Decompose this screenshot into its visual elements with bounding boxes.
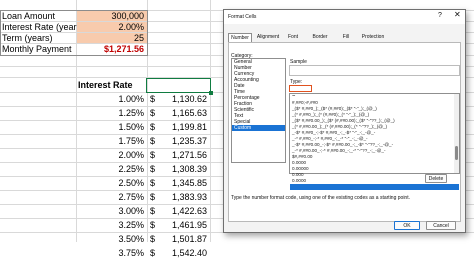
payment-cell[interactable]: 1,165.63 xyxy=(160,107,210,120)
payment-cell[interactable]: 1,199.81 xyxy=(160,121,210,134)
payment-cell[interactable]: 1,271.56 xyxy=(160,149,210,162)
format-list-scrollbar[interactable] xyxy=(454,94,459,173)
number-tab-pane: Category: General Number Currency Accountin… xyxy=(228,42,461,222)
tab-protection[interactable]: Protection xyxy=(358,33,388,42)
payment-cell[interactable]: 1,422.63 xyxy=(160,205,210,218)
payment-cell[interactable]: 1,461.95 xyxy=(160,219,210,232)
tab-font[interactable]: Font xyxy=(286,33,300,42)
rate-cell[interactable]: 3.75% xyxy=(77,247,147,260)
rate-cell[interactable]: 1.00% xyxy=(77,93,147,106)
rate-cell[interactable]: 2.00% xyxy=(77,149,147,162)
format-hint-text: Type the number format code, using one o… xyxy=(231,195,410,201)
cancel-button[interactable]: Cancel xyxy=(426,221,456,230)
interest-rate-header[interactable]: Interest Rate xyxy=(78,80,148,91)
payment-cell[interactable]: 1,501.87 xyxy=(160,233,210,246)
payment-cell[interactable]: 1,383.93 xyxy=(160,191,210,204)
tab-border[interactable]: Border xyxy=(310,33,330,42)
tab-fill[interactable]: Fill xyxy=(340,33,352,42)
rate-cell[interactable]: 2.25% xyxy=(77,163,147,176)
payment-cell[interactable]: 1,308.39 xyxy=(160,163,210,176)
type-input[interactable] xyxy=(289,85,312,92)
format-cells-dialog: Format Cells ? ✕ Number Alignment Font B… xyxy=(223,9,466,233)
dialog-titlebar[interactable]: Format Cells ? ✕ xyxy=(224,10,465,24)
gridline xyxy=(210,0,211,242)
payment-cell[interactable]: 1,542.40 xyxy=(160,247,210,260)
category-item[interactable]: Custom xyxy=(232,125,285,131)
selected-cell[interactable] xyxy=(146,78,213,95)
category-list[interactable]: General Number Currency Accounting Date Time P… xyxy=(231,58,286,163)
rate-cell[interactable]: 2.50% xyxy=(77,177,147,190)
scrollbar-thumb[interactable] xyxy=(455,146,458,160)
rate-cell[interactable]: 1.25% xyxy=(77,107,147,120)
delete-button[interactable]: Delete xyxy=(425,174,447,183)
close-icon[interactable]: ✕ xyxy=(454,11,461,19)
help-icon[interactable]: ? xyxy=(438,12,442,19)
rate-cell[interactable]: 2.75% xyxy=(77,191,147,204)
sample-box xyxy=(289,65,460,76)
rate-cell[interactable]: 1.50% xyxy=(77,121,147,134)
payment-cell[interactable]: 1,130.62 xyxy=(160,93,210,106)
ok-button[interactable]: OK xyxy=(394,221,420,230)
rate-cell[interactable]: 3.00% xyxy=(77,205,147,218)
tab-alignment[interactable]: Alignment xyxy=(254,33,282,42)
dialog-title: Format Cells xyxy=(228,14,257,20)
input-block-border xyxy=(0,10,148,56)
payment-cell[interactable]: 1,345.85 xyxy=(160,177,210,190)
rate-cell[interactable]: 1.75% xyxy=(77,135,147,148)
format-code-list[interactable]: "" #,##0;-#,##0 _($* #,##0_);_($* (#,##0);… xyxy=(289,93,460,190)
selected-format-item[interactable] xyxy=(290,184,459,190)
rate-cell[interactable]: 3.25% xyxy=(77,219,147,232)
rate-cell[interactable]: 3.50% xyxy=(77,233,147,246)
payment-cell[interactable]: 1,235.37 xyxy=(160,135,210,148)
